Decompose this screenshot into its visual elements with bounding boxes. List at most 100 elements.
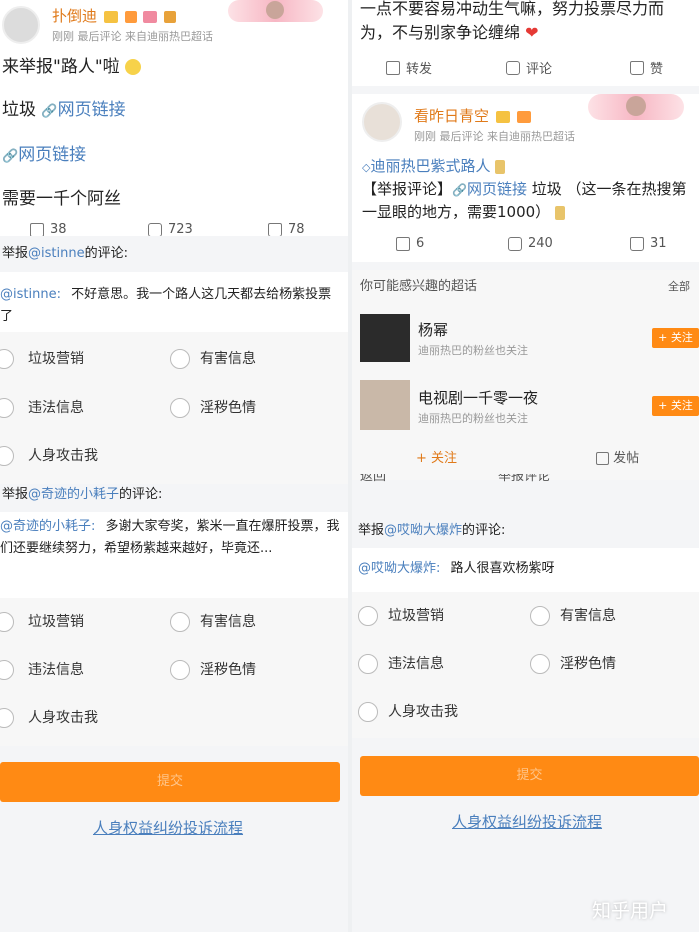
report-3-options: 垃圾营销 有害信息 违法信息 淫秽色情 人身攻击我 bbox=[352, 592, 699, 738]
post-2-card: 看昨日青空 刚刚 最后评论 来自迪丽热巴超话 ◇迪丽热巴紫式路人 【举报评论】🔗… bbox=[352, 94, 699, 262]
report-title-user[interactable]: @哎呦大爆炸 bbox=[384, 523, 462, 538]
link-icon: 🔗 bbox=[41, 104, 58, 119]
bottom-follow-button[interactable]: + 关注 bbox=[416, 450, 457, 468]
repost-action[interactable]: 38 bbox=[30, 222, 67, 237]
radio-attack[interactable] bbox=[358, 702, 378, 722]
comment-action[interactable]: 评论 bbox=[506, 58, 552, 77]
link-icon: 🔗 bbox=[452, 183, 467, 197]
repost-action[interactable]: 转发 bbox=[386, 58, 432, 77]
comment-icon bbox=[148, 222, 162, 237]
supertopic-thumbnail[interactable] bbox=[360, 380, 410, 430]
radio-spam[interactable] bbox=[358, 606, 378, 626]
comment-action[interactable]: 240 bbox=[508, 236, 553, 251]
report-1-header: 举报@istinne的评论: bbox=[0, 236, 348, 272]
radio-harmful[interactable] bbox=[170, 612, 190, 632]
portrait-icon bbox=[626, 96, 646, 116]
radio-obscene[interactable] bbox=[530, 654, 550, 674]
post-card: 扑倒迪 刚刚 最后评论 来自迪丽热巴超话 来举报"路人"啦 垃圾 🔗网页链接 🔗… bbox=[0, 0, 348, 237]
supertopic-name[interactable]: 电视剧一千零一夜 bbox=[418, 388, 538, 408]
complaint-process-link[interactable]: 人身权益纠纷投诉流程 bbox=[452, 812, 602, 832]
complaint-process-link[interactable]: 人身权益纠纷投诉流程 bbox=[93, 818, 243, 838]
level-badge-icon bbox=[495, 110, 510, 123]
radio-spam[interactable] bbox=[0, 349, 14, 369]
web-link[interactable]: 🔗网页链接 bbox=[452, 180, 527, 198]
back-button[interactable]: 返回 bbox=[360, 474, 386, 486]
option-obscene-label[interactable]: 淫秽色情 bbox=[560, 655, 616, 673]
radio-harmful[interactable] bbox=[530, 606, 550, 626]
follow-button[interactable]: + 关注 bbox=[652, 328, 699, 348]
option-harmful-label[interactable]: 有害信息 bbox=[200, 613, 256, 631]
bottom-post-button[interactable]: 发帖 bbox=[596, 450, 639, 468]
vip-badge-icon bbox=[124, 10, 137, 23]
report-2-quote: @奇迹的小耗子: 多谢大家夸奖，紫米一直在爆肝投票，我们还要继续努力，希望杨紫越… bbox=[0, 512, 348, 598]
username-text: 看昨日青空 bbox=[414, 107, 490, 125]
option-illegal-label[interactable]: 违法信息 bbox=[388, 655, 444, 673]
repost-action[interactable]: 6 bbox=[396, 236, 424, 251]
post-username[interactable]: 扑倒迪 bbox=[52, 6, 177, 26]
report-title-user[interactable]: @istinne bbox=[28, 246, 85, 261]
left-screenshot: 扑倒迪 刚刚 最后评论 来自迪丽热巴超话 来举报"路人"啦 垃圾 🔗网页链接 🔗… bbox=[0, 0, 348, 932]
radio-illegal[interactable] bbox=[0, 398, 14, 418]
option-obscene-label[interactable]: 淫秽色情 bbox=[200, 399, 256, 417]
like-label: 赞 bbox=[650, 62, 664, 77]
post-2-line-1: ◇迪丽热巴紫式路人 bbox=[362, 156, 506, 178]
option-attack-label[interactable]: 人身攻击我 bbox=[388, 703, 458, 721]
radio-obscene[interactable] bbox=[170, 398, 190, 418]
supertopic-thumbnail[interactable] bbox=[360, 314, 410, 362]
web-link-2[interactable]: 🔗网页链接 bbox=[2, 144, 86, 168]
post-line-2-text: 垃圾 bbox=[2, 100, 36, 120]
radio-attack[interactable] bbox=[0, 708, 14, 728]
thumb-up-icon bbox=[630, 60, 644, 75]
report-title-user[interactable]: @奇迹的小耗子 bbox=[28, 487, 119, 502]
like-action[interactable]: 赞 bbox=[630, 58, 663, 77]
submit-button[interactable]: 提交 bbox=[360, 756, 699, 796]
radio-illegal[interactable] bbox=[0, 660, 14, 680]
post-line-1: 来举报"路人"啦 bbox=[2, 56, 142, 78]
option-harmful-label[interactable]: 有害信息 bbox=[200, 350, 256, 368]
fan-badge-icon bbox=[143, 10, 158, 23]
repost-label: 转发 bbox=[406, 62, 433, 77]
radio-obscene[interactable] bbox=[170, 660, 190, 680]
quote-user[interactable]: @哎呦大爆炸: bbox=[358, 561, 440, 576]
radio-spam[interactable] bbox=[0, 612, 14, 632]
radio-harmful[interactable] bbox=[170, 349, 190, 369]
submit-button[interactable]: 提交 bbox=[0, 762, 340, 802]
bottom-post-label: 发帖 bbox=[613, 451, 640, 466]
clipped-nav-bar: 返回 举报评论 bbox=[352, 474, 699, 488]
rank-badge-icon bbox=[164, 10, 177, 23]
option-attack-label[interactable]: 人身攻击我 bbox=[28, 447, 98, 465]
comment-icon bbox=[506, 60, 520, 75]
radio-illegal[interactable] bbox=[358, 654, 378, 674]
supertopic-name[interactable]: 杨幂 bbox=[418, 320, 448, 340]
quote-user[interactable]: @奇迹的小耗子: bbox=[0, 519, 95, 534]
like-action[interactable]: 31 bbox=[630, 236, 667, 251]
like-count: 78 bbox=[288, 222, 305, 237]
report-2-options: 垃圾营销 有害信息 违法信息 淫秽色情 人身攻击我 bbox=[0, 598, 348, 746]
web-link[interactable]: 🔗网页链接 bbox=[41, 100, 125, 120]
option-spam-label[interactable]: 垃圾营销 bbox=[28, 350, 84, 368]
option-spam-label[interactable]: 垃圾营销 bbox=[28, 613, 84, 631]
like-action[interactable]: 78 bbox=[268, 222, 305, 237]
follow-button[interactable]: + 关注 bbox=[652, 396, 699, 416]
report-2-title: 举报@奇迹的小耗子的评论: bbox=[2, 486, 162, 504]
option-harmful-label[interactable]: 有害信息 bbox=[560, 607, 616, 625]
link-icon: 🔗 bbox=[2, 149, 19, 164]
radio-attack[interactable] bbox=[0, 446, 14, 466]
comment-action[interactable]: 723 bbox=[148, 222, 193, 237]
decorative-banner bbox=[588, 94, 684, 120]
repost-icon bbox=[30, 222, 44, 237]
post-2-username[interactable]: 看昨日青空 bbox=[414, 106, 531, 126]
option-attack-label[interactable]: 人身攻击我 bbox=[28, 709, 98, 727]
quote-user[interactable]: @istinne: bbox=[0, 287, 61, 302]
supertopic-link[interactable]: ◇迪丽热巴紫式路人 bbox=[362, 157, 490, 175]
option-illegal-label[interactable]: 违法信息 bbox=[28, 661, 84, 679]
option-spam-label[interactable]: 垃圾营销 bbox=[388, 607, 444, 625]
report-3-title: 举报@哎呦大爆炸的评论: bbox=[358, 522, 505, 540]
post-2-line-2: 【举报评论】🔗网页链接 垃圾 （这一条在热搜第一显眼的地方，需要1000） bbox=[362, 178, 692, 223]
avatar[interactable] bbox=[362, 102, 402, 142]
option-obscene-label[interactable]: 淫秽色情 bbox=[200, 661, 256, 679]
avatar[interactable] bbox=[2, 6, 40, 44]
suggest-all-link[interactable]: 全部 bbox=[668, 280, 690, 294]
post-line-2: 垃圾 🔗网页链接 bbox=[2, 99, 126, 123]
option-illegal-label[interactable]: 违法信息 bbox=[28, 399, 84, 417]
